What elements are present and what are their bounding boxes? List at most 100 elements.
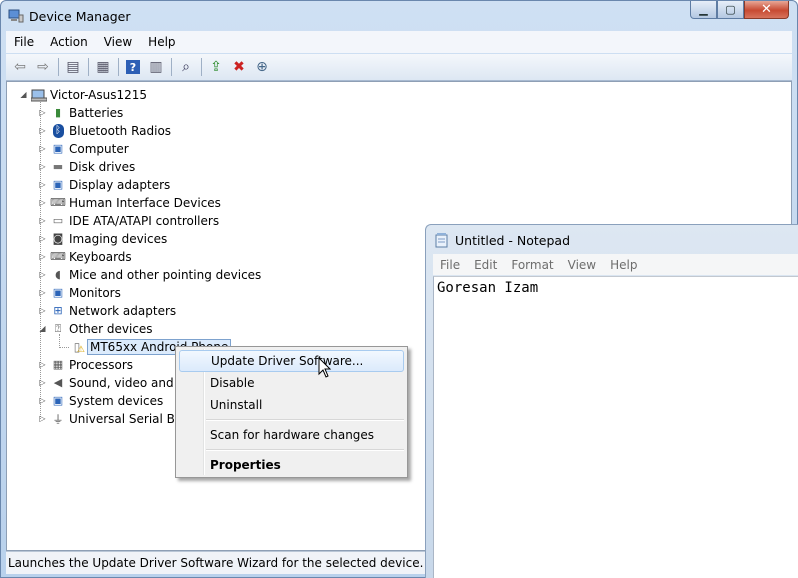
tree-item-bluetooth-radios[interactable]: ▷ ᛒ Bluetooth Radios (38, 122, 171, 139)
forward-arrow-icon: ⇨ (37, 59, 49, 75)
notepad-window: Untitled - Notepad File Edit Format View… (425, 224, 798, 578)
expand-icon[interactable]: ▷ (38, 252, 47, 261)
tree-root-label: Victor-Asus1215 (50, 87, 148, 102)
menu-bar: File Action View Help (6, 31, 792, 53)
hid-icon: ⌨ (50, 196, 66, 209)
tree-item-batteries[interactable]: ▷ ▮ Batteries (38, 104, 123, 121)
enable-device-button[interactable]: ⊕ (251, 56, 273, 78)
menu-view[interactable]: View (96, 35, 140, 49)
maximize-button[interactable]: ▢ (717, 1, 744, 19)
expand-icon[interactable]: ▷ (38, 414, 47, 423)
uninstall-button[interactable]: ✖ (228, 56, 250, 78)
tree-item-disk-drives[interactable]: ▷ ▬ Disk drives (38, 158, 135, 175)
notepad-menu-format[interactable]: Format (504, 258, 560, 272)
expand-icon[interactable]: ▷ (38, 126, 47, 135)
camera-icon: ◙ (52, 232, 64, 245)
expand-icon[interactable]: ▷ (38, 144, 47, 153)
tree-item-label: Bluetooth Radios (69, 123, 172, 138)
expand-icon[interactable]: ▷ (38, 108, 47, 117)
menu-item-properties[interactable]: Properties (179, 454, 404, 476)
menu-item-disable[interactable]: Disable (179, 372, 404, 394)
processor-icon: ▦ (52, 358, 64, 371)
tree-item-label: Human Interface Devices (69, 195, 221, 210)
mouse-icon: ◖ (55, 268, 61, 281)
scan-hardware-button[interactable]: ⌕ (175, 56, 197, 78)
expand-icon[interactable]: ▷ (38, 360, 47, 369)
expand-icon[interactable]: ▷ (38, 306, 47, 315)
keyboard-icon: ⌨ (50, 250, 66, 263)
update-driver-icon: ⇪ (210, 59, 222, 75)
disk-drive-icon: ▬ (52, 160, 64, 173)
expand-icon[interactable]: ▷ (38, 180, 47, 189)
expand-icon[interactable]: ▷ (38, 198, 47, 207)
properties-icon: ▦ (96, 59, 110, 75)
notepad-menu-view[interactable]: View (561, 258, 603, 272)
menu-help[interactable]: Help (140, 35, 183, 49)
tree-item-label: Network adapters (69, 303, 177, 318)
menu-item-uninstall[interactable]: Uninstall (179, 394, 404, 416)
enable-device-icon: ⊕ (256, 59, 268, 75)
toolbar-separator (118, 58, 119, 76)
menu-item-update-driver[interactable]: Update Driver Software... (179, 350, 404, 372)
tree-item-monitors[interactable]: ▷ ▣ Monitors (38, 284, 120, 301)
tree-item-network-adapters[interactable]: ▷ ⊞ Network adapters (38, 302, 176, 319)
show-hide-console-tree-button[interactable]: ▤ (62, 56, 84, 78)
status-text: Launches the Update Driver Software Wiza… (8, 556, 424, 570)
toolbar: ⇦ ⇨ ▤ ▦ ? ▥ ⌕ ⇪ ✖ ⊕ (6, 54, 792, 81)
expand-icon[interactable]: ▷ (38, 234, 47, 243)
menu-action[interactable]: Action (42, 35, 96, 49)
tree-item-processors[interactable]: ▷ ▦ Processors (38, 356, 133, 373)
tree-item-keyboards[interactable]: ▷ ⌨ Keyboards (38, 248, 131, 265)
network-adapter-icon: ⊞ (53, 304, 63, 317)
expand-icon[interactable]: ▷ (38, 378, 47, 387)
tree-item-label: IDE ATA/ATAPI controllers (69, 213, 220, 228)
show-action-pane-button[interactable]: ▥ (145, 56, 167, 78)
tree-item-ide-controllers[interactable]: ▷ ▭ IDE ATA/ATAPI controllers (38, 212, 219, 229)
properties-button[interactable]: ▦ (92, 56, 114, 78)
notepad-text-area[interactable]: Goresan Izam (433, 276, 798, 578)
menu-separator (206, 419, 404, 421)
update-driver-button[interactable]: ⇪ (205, 56, 227, 78)
expand-icon[interactable]: ▷ (38, 162, 47, 171)
title-bar[interactable]: Device Manager ▁ ▢ ✕ (1, 1, 797, 31)
back-arrow-icon: ⇦ (14, 59, 26, 75)
tree-item-mice[interactable]: ▷ ◖ Mice and other pointing devices (38, 266, 261, 283)
minimize-icon: ▁ (699, 3, 708, 16)
tree-item-universal-serial-bus[interactable]: ▷ ⏚ Universal Serial Bus (38, 410, 188, 427)
expand-icon[interactable]: ▷ (38, 270, 47, 279)
computer-icon (31, 89, 47, 101)
mouse-cursor-icon (318, 357, 332, 378)
tree-root[interactable]: ◢ Victor-Asus1215 (19, 86, 147, 103)
tree-item-imaging-devices[interactable]: ▷ ◙ Imaging devices (38, 230, 167, 247)
usb-icon: ⏚ (52, 412, 64, 426)
tree-item-human-interface-devices[interactable]: ▷ ⌨ Human Interface Devices (38, 194, 221, 211)
close-button[interactable]: ✕ (744, 1, 789, 19)
bluetooth-icon: ᛒ (50, 123, 66, 138)
forward-button[interactable]: ⇨ (32, 56, 54, 78)
tree-item-display-adapters[interactable]: ▷ ▣ Display adapters (38, 176, 170, 193)
help-button[interactable]: ? (122, 56, 144, 78)
notepad-title-bar[interactable]: Untitled - Notepad (426, 225, 798, 255)
tree-item-computer[interactable]: ▷ ▣ Computer (38, 140, 128, 157)
notepad-menu-edit[interactable]: Edit (467, 258, 504, 272)
collapse-icon[interactable]: ◢ (19, 90, 28, 99)
notepad-menu-help[interactable]: Help (603, 258, 644, 272)
minimize-button[interactable]: ▁ (690, 1, 717, 19)
tree-item-label: Disk drives (69, 159, 136, 174)
menu-file[interactable]: File (6, 35, 42, 49)
tree-connector (59, 347, 69, 348)
tree-item-sound-video[interactable]: ▷ ◀ Sound, video and ga (38, 374, 192, 391)
toolbar-separator (171, 58, 172, 76)
battery-icon: ▮ (54, 106, 62, 119)
expand-icon[interactable]: ▷ (38, 288, 47, 297)
menu-item-scan-hardware[interactable]: Scan for hardware changes (179, 424, 404, 446)
expand-icon[interactable]: ▷ (38, 216, 47, 225)
back-button[interactable]: ⇦ (9, 56, 31, 78)
tree-item-system-devices[interactable]: ▷ ▣ System devices (38, 392, 163, 409)
expand-icon[interactable]: ▷ (38, 396, 47, 405)
tree-item-other-devices[interactable]: ◢ ⍰ Other devices (38, 320, 153, 337)
tree-item-label: Other devices (69, 321, 153, 336)
maximize-icon: ▢ (725, 3, 736, 16)
notepad-menu-file[interactable]: File (433, 258, 467, 272)
collapse-icon[interactable]: ◢ (38, 324, 47, 333)
